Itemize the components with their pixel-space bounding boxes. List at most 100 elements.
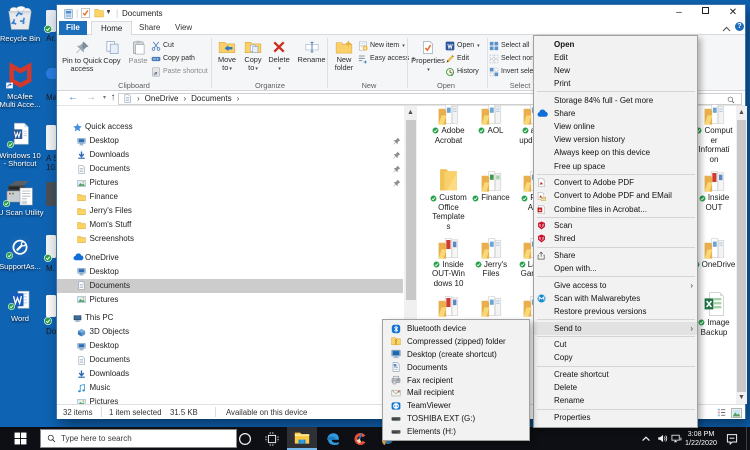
nav-item-music[interactable]: Music — [57, 381, 403, 395]
context-menu-item-rename[interactable]: Rename — [534, 394, 697, 407]
close-button[interactable]: ✕ — [722, 5, 744, 21]
edit-button[interactable]: Edit — [445, 53, 469, 65]
context-menu-item-view-online[interactable]: View online — [534, 120, 697, 133]
nav-item-downloads[interactable]: Downloads — [57, 148, 403, 162]
context-menu-item-convert-to-adobe-pdf-and-email[interactable]: Convert to Adobe PDF and EMail — [534, 189, 697, 202]
context-menu-item-send-to[interactable]: Send to› — [534, 322, 697, 335]
tab-share[interactable]: Share — [130, 21, 169, 36]
thumbnail-view-button[interactable] — [731, 408, 742, 418]
desktop-icon-partial[interactable]: A S 10... — [46, 125, 56, 150]
nav-item-desktop[interactable]: Desktop — [57, 265, 403, 279]
file-item-finance[interactable]: Finance — [469, 193, 513, 203]
tray-expand-button[interactable] — [637, 427, 655, 450]
qat-customize-icon[interactable]: ▾ — [107, 10, 110, 16]
context-menu-item-scan[interactable]: Scan — [534, 219, 697, 232]
file-item-custom-office-template-s[interactable]: CustomOfficeTemplates — [427, 193, 471, 231]
nav-scroll-up-icon[interactable]: ▲ — [404, 109, 417, 116]
tab-file[interactable]: File — [59, 21, 87, 36]
cut-button[interactable]: Cut — [151, 40, 174, 52]
files-scrollbar-thumb[interactable] — [737, 120, 746, 392]
history-button[interactable]: History — [445, 66, 479, 78]
context-menu-item-shred[interactable]: Shred — [534, 232, 697, 245]
send-to-item-elements-h-[interactable]: Elements (H:) — [383, 425, 529, 438]
paste-shortcut-button[interactable]: Paste shortcut — [151, 66, 208, 78]
taskbar-edge[interactable] — [321, 427, 344, 450]
context-menu-item-view-version-history[interactable]: View version history — [534, 133, 697, 146]
taskbar-ccleaner[interactable] — [348, 427, 371, 450]
file-item-inside-out-win-dows-10[interactable]: InsideOUT-Windows 10 — [427, 260, 471, 289]
nav-item-finance[interactable]: Finance — [57, 190, 403, 204]
context-menu-item-create-shortcut[interactable]: Create shortcut — [534, 368, 697, 381]
cortana-button[interactable] — [233, 427, 256, 450]
files-scroll-down-icon[interactable]: ▼ — [736, 394, 747, 401]
context-menu-item-copy[interactable]: Copy — [534, 351, 697, 364]
nav-item-jerry-s-files[interactable]: Jerry's Files — [57, 204, 403, 218]
copy-button[interactable]: Copy — [99, 37, 125, 65]
task-view-button[interactable] — [260, 427, 283, 450]
title-bar[interactable]: | ▾ | Documents – ✕ — [57, 5, 745, 21]
file-item-inside-out[interactable]: InsideOUT — [692, 193, 736, 212]
tab-home[interactable]: Home — [91, 21, 132, 36]
file-item-onedrive[interactable]: OneDrive — [692, 260, 736, 270]
send-to-item-bluetooth-device[interactable]: Bluetooth device — [383, 322, 529, 335]
breadcrumb-onedrive[interactable]: OneDrive — [145, 94, 179, 103]
send-to-item-desktop-create-shortcut-[interactable]: Desktop (create shortcut) — [383, 348, 529, 361]
context-menu-item-share[interactable]: Share — [534, 107, 697, 120]
context-menu-item-open-with-[interactable]: Open with... — [534, 262, 697, 275]
send-to-item-documents[interactable]: Documents — [383, 361, 529, 374]
files-scroll-up-icon[interactable]: ▲ — [736, 109, 747, 116]
qat-new-folder-icon[interactable] — [94, 8, 104, 18]
context-menu-item-new[interactable]: New — [534, 64, 697, 77]
select-none-button[interactable]: Select none — [489, 53, 538, 65]
minimize-button[interactable]: – — [668, 5, 690, 21]
desktop-icon-u-scan-utility[interactable]: U Scan Utility — [0, 180, 42, 217]
send-to-item-mail-recipient[interactable]: Mail recipient — [383, 386, 529, 399]
new-folder-button[interactable]: Newfolder — [329, 37, 359, 72]
nav-item-this-pc[interactable]: This PC — [57, 311, 403, 325]
nav-item-documents[interactable]: Documents — [57, 353, 403, 367]
desktop-icon-partial[interactable]: Do... — [46, 295, 56, 317]
nav-item-downloads[interactable]: Downloads — [57, 367, 403, 381]
desktop-icon-partial[interactable] — [46, 182, 56, 206]
nav-item-desktop[interactable]: Desktop — [57, 134, 403, 148]
context-menu-item-delete[interactable]: Delete — [534, 381, 697, 394]
forward-button[interactable]: → — [84, 91, 98, 106]
context-menu-item-scan-with-malwarebytes[interactable]: Scan with Malwarebytes — [534, 292, 697, 305]
select-all-button[interactable]: Select all — [489, 40, 529, 52]
paste-button[interactable]: Paste — [125, 37, 151, 65]
copy-path-button[interactable]: Copy path — [151, 53, 195, 65]
new-item-button[interactable]: New item▾ — [358, 40, 405, 52]
send-to-item-teamviewer[interactable]: TeamViewer — [383, 399, 529, 412]
desktop-icon-partial[interactable]: Ma... — [46, 68, 56, 79]
nav-item-documents[interactable]: Documents — [57, 162, 403, 176]
nav-item-quick-access[interactable]: Quick access — [57, 120, 403, 134]
context-menu-item-give-access-to[interactable]: Give access to› — [534, 279, 697, 292]
properties-button[interactable]: Properties▾ — [409, 37, 447, 74]
file-item-jerry-s-files[interactable]: Jerry'sFiles — [469, 260, 513, 279]
open-button[interactable]: Open▾ — [445, 40, 480, 52]
send-to-item-toshiba-ext-g-[interactable]: TOSHIBA EXT (G:) — [383, 412, 529, 425]
context-menu-item-edit[interactable]: Edit — [534, 51, 697, 64]
file-item-image-backup[interactable]: ImageBackup — [692, 318, 736, 337]
desktop-icon-partial[interactable]: Ar... — [46, 10, 56, 32]
tray-network[interactable] — [668, 427, 684, 450]
context-menu-item-cut[interactable]: Cut — [534, 338, 697, 351]
breadcrumb-documents[interactable]: Documents — [191, 94, 231, 103]
send-to-item-fax-recipient[interactable]: Fax recipient — [383, 374, 529, 387]
back-button[interactable]: ← — [66, 91, 80, 106]
nav-item-pictures[interactable]: Pictures — [57, 176, 403, 190]
file-item-adobe-acrobat[interactable]: AdobeAcrobat — [427, 126, 471, 145]
send-to-item-compressed-zipped-folder[interactable]: Compressed (zipped) folder — [383, 335, 529, 348]
nav-item-3d-objects[interactable]: 3D Objects — [57, 325, 403, 339]
maximize-button[interactable] — [694, 5, 716, 21]
nav-scrollbar-thumb[interactable] — [406, 120, 416, 300]
desktop-icon-partial[interactable]: M... — [46, 235, 56, 258]
nav-item-onedrive[interactable]: OneDrive — [57, 251, 403, 265]
context-menu-item-restore-previous-versions[interactable]: Restore previous versions — [534, 305, 697, 318]
taskbar-partial-app-icon[interactable] — [381, 440, 394, 447]
nav-item-documents[interactable]: Documents — [57, 279, 403, 293]
desktop-icon-windows-10[interactable]: Windows 10 - Shortcut — [0, 120, 42, 169]
files-scrollbar[interactable]: ▲ ▼ — [736, 106, 747, 404]
context-menu-item-share[interactable]: Share — [534, 249, 697, 262]
move-to-button[interactable]: Moveto▾ — [213, 37, 241, 73]
